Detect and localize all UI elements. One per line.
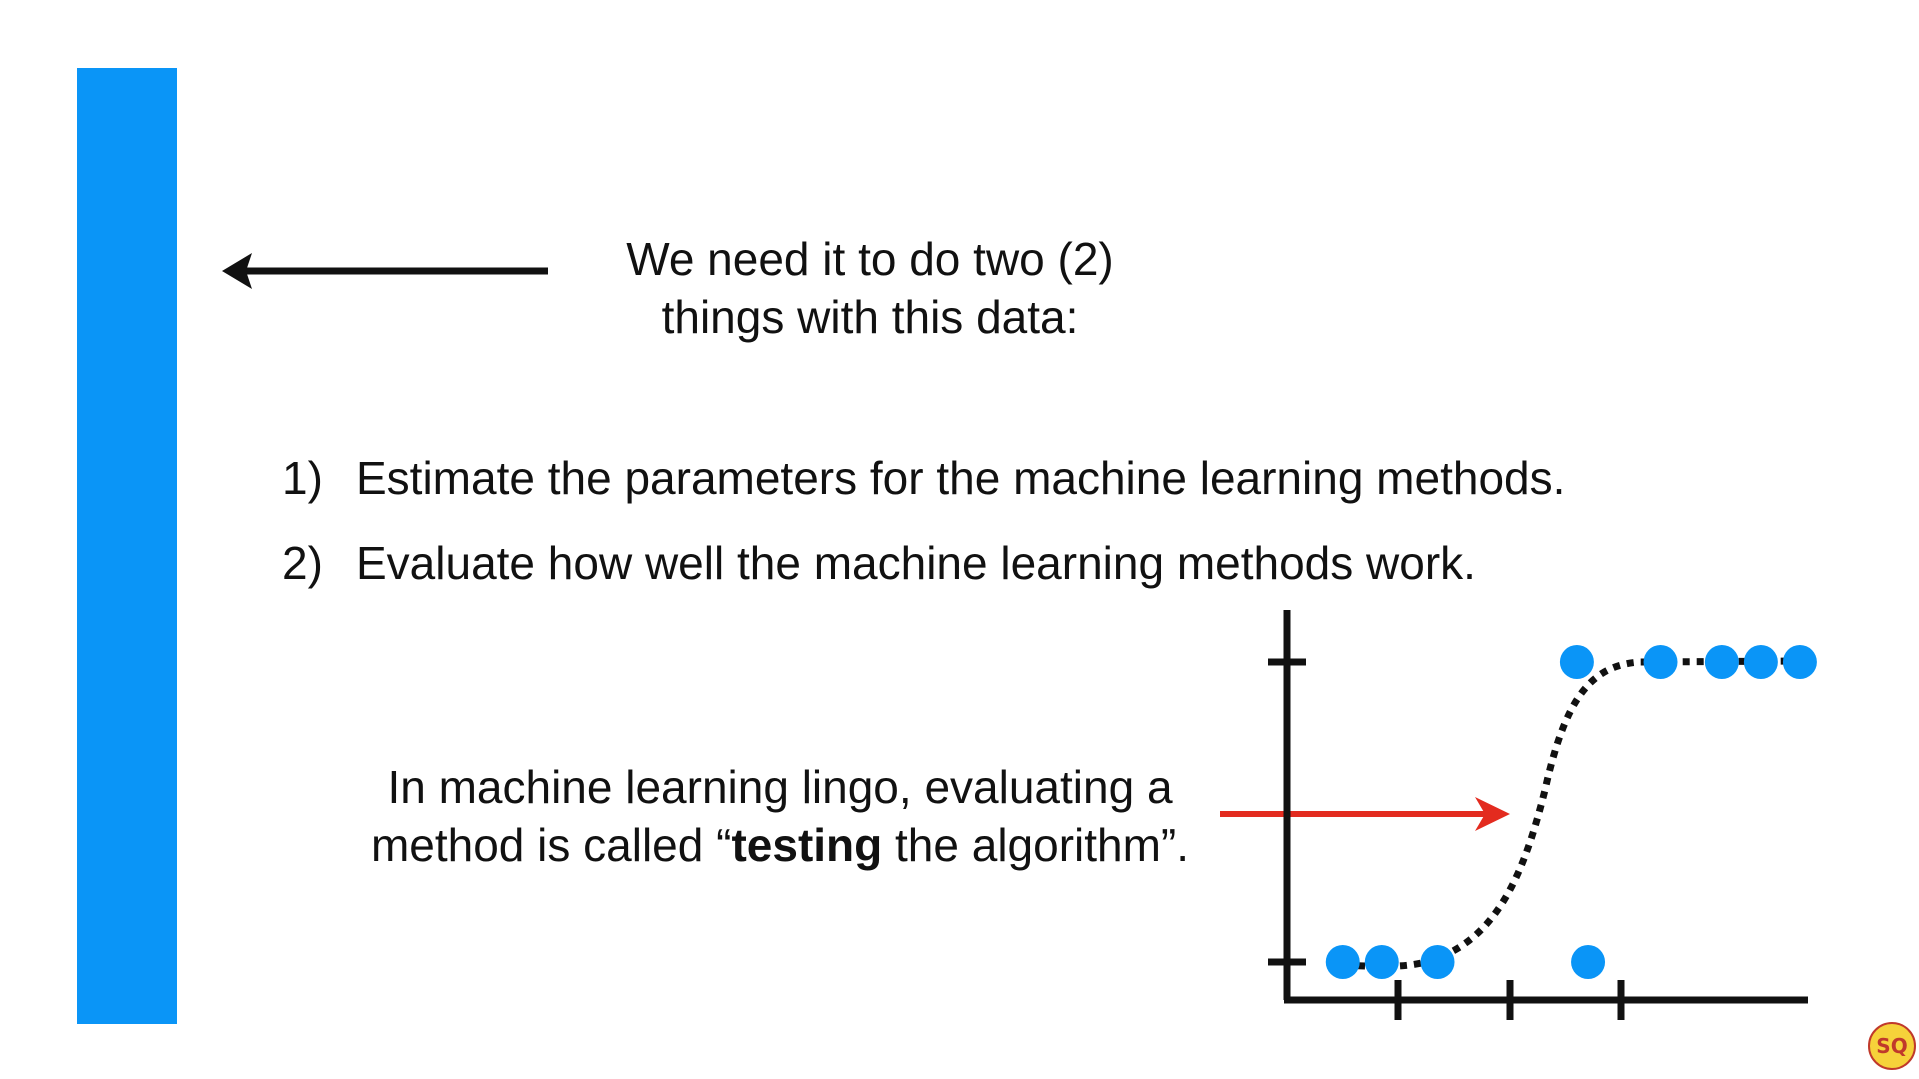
red-arrow xyxy=(1220,797,1510,831)
left-arrow xyxy=(222,253,548,289)
data-point-top-2 xyxy=(1704,645,1739,679)
lingo-line-2-post: the algorithm”. xyxy=(882,819,1190,871)
list-text: Evaluate how well the machine learning m… xyxy=(356,537,1476,589)
list-item-1: 1) Estimate the parameters for the machin… xyxy=(282,450,1565,506)
data-point-top-0 xyxy=(1559,645,1594,679)
data-point-bottom-2 xyxy=(1420,945,1455,979)
data-point-bottom-1 xyxy=(1364,945,1399,979)
list-item-2: 2) Evaluate how well the machine learning… xyxy=(282,535,1476,591)
lingo-line-2: method is called “testing the algorithm”… xyxy=(320,816,1240,874)
intro-line-1: We need it to do two (2) xyxy=(626,233,1114,285)
list-number: 1) xyxy=(282,452,323,504)
channel-logo: SQ xyxy=(1868,1022,1916,1070)
lingo-line-1: In machine learning lingo, evaluating a xyxy=(387,761,1173,813)
lingo-bold-word: testing xyxy=(731,819,883,871)
data-point-bottom-3 xyxy=(1571,945,1606,979)
data-point-top-3 xyxy=(1743,645,1778,679)
list-text: Estimate the parameters for the machine … xyxy=(356,452,1566,504)
lingo-text: In machine learning lingo, evaluating a … xyxy=(320,758,1240,874)
data-point-top-4 xyxy=(1782,645,1817,679)
list-number: 2) xyxy=(282,537,323,589)
data-point-top-1 xyxy=(1643,645,1678,679)
intro-line-2: things with this data: xyxy=(661,291,1079,343)
intro-text: We need it to do two (2) things with thi… xyxy=(560,230,1180,346)
data-point-bottom-0 xyxy=(1325,945,1360,979)
lingo-line-2-pre: method is called “ xyxy=(370,819,732,871)
